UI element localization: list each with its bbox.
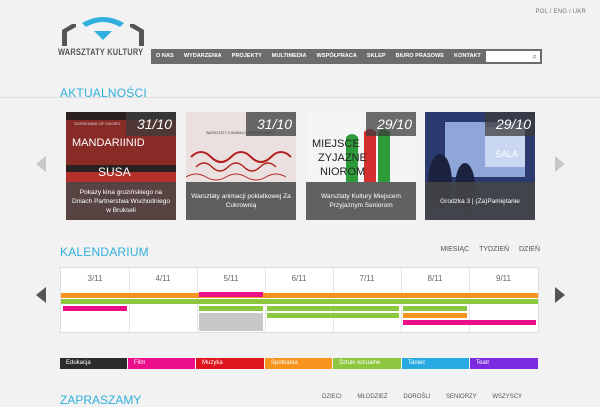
news-card[interactable]: MIEJSCE ZYJAZNE NIOROM 29/10 Warsztaty K… bbox=[306, 112, 416, 220]
legend-edukacja[interactable]: Edukacja bbox=[60, 358, 127, 369]
nav-item-o-nas[interactable]: O NAS bbox=[151, 49, 179, 64]
view-week-button[interactable]: TYDZIEŃ bbox=[479, 246, 509, 253]
card-image-text: NIOROM bbox=[320, 166, 365, 178]
card-image-text: MIEJSCE bbox=[312, 138, 360, 150]
calendar-day-label: 6/11 bbox=[291, 274, 307, 283]
legend-teatr[interactable]: Teatr bbox=[470, 358, 538, 369]
legend-sztuki-wizualne[interactable]: Sztuki wizualne bbox=[333, 358, 401, 369]
event-bar[interactable] bbox=[61, 293, 538, 298]
legend-film[interactable]: Film bbox=[128, 358, 195, 369]
event-bar[interactable] bbox=[403, 313, 467, 318]
event-bar[interactable] bbox=[403, 306, 467, 311]
event-bar[interactable] bbox=[63, 306, 127, 311]
nav-item-kontakt[interactable]: KONTAKT bbox=[449, 49, 486, 64]
view-month-button[interactable]: MIESIĄC bbox=[440, 246, 469, 253]
view-day-button[interactable]: DZIEŃ bbox=[519, 246, 540, 253]
lang-eng[interactable]: ENG bbox=[554, 9, 568, 15]
calendar-view-switcher: MIESIĄC TYDZIEŃ DZIEŃ bbox=[432, 246, 540, 253]
event-bar[interactable] bbox=[199, 313, 263, 331]
event-bar[interactable] bbox=[403, 320, 536, 325]
event-bar[interactable] bbox=[61, 299, 538, 304]
nav-item-multimedia[interactable]: MULTIMEDIA bbox=[267, 49, 312, 64]
filter-dorosli[interactable]: DOROŚLI bbox=[403, 394, 430, 400]
calendar-day-label: 7/11 bbox=[359, 274, 375, 283]
news-prev-arrow-icon[interactable] bbox=[36, 156, 46, 172]
news-card[interactable]: SALA 29/10 Grodzka 3 | (Za)Pamiętanie bbox=[425, 112, 535, 220]
event-bar[interactable] bbox=[267, 313, 399, 318]
event-bar[interactable] bbox=[199, 306, 263, 311]
audience-filter: DZIECI MŁODZIEŻ DOROŚLI SENIORZY WSZYSCY bbox=[322, 394, 522, 400]
event-bar[interactable] bbox=[199, 292, 263, 297]
news-section-title: AKTUALNOŚCI bbox=[60, 86, 147, 100]
search-input[interactable]: ⌕ bbox=[485, 51, 540, 62]
nav-item-wspolpraca[interactable]: WSPÓŁPRACA bbox=[312, 49, 362, 64]
card-image-text: SALA bbox=[495, 149, 518, 159]
card-image-text: ZYJAZNE bbox=[318, 152, 367, 164]
calendar-next-arrow-icon[interactable] bbox=[555, 287, 565, 303]
news-card-caption: Pokazy kina gruzińskiego na Dniach Partn… bbox=[66, 182, 176, 220]
card-image-text: MANDARIINID bbox=[72, 137, 145, 149]
filter-wszyscy[interactable]: WSZYSCY bbox=[492, 394, 522, 400]
calendar-grid: 3/11 4/11 5/11 6/11 7/11 8/11 9/11 bbox=[60, 267, 539, 333]
legend-taniec[interactable]: Taniec bbox=[402, 358, 469, 369]
calendar-day-label: 5/11 bbox=[223, 274, 239, 283]
news-card-date: 31/10 bbox=[126, 112, 176, 136]
invite-section-title: ZAPRASZAMY bbox=[60, 393, 142, 407]
calendar-section-title: KALENDARIUM bbox=[60, 245, 149, 259]
news-card-caption: Warsztaty Kultury Miejscem Przyjaznym Se… bbox=[306, 182, 416, 220]
news-card[interactable]: WARSZTATY Z ANIMACJI POKLATKOWEJ 31/10 W… bbox=[186, 112, 296, 220]
calendar-day-label: 8/11 bbox=[427, 274, 443, 283]
news-card-date: 31/10 bbox=[246, 112, 296, 136]
logo-text[interactable]: WARSZTATY KULTURY bbox=[58, 47, 143, 57]
lang-pol[interactable]: POL bbox=[536, 9, 548, 15]
news-next-arrow-icon[interactable] bbox=[555, 156, 565, 172]
calendar-day-label: 3/11 bbox=[87, 274, 103, 283]
nav-item-biuro-prasowe[interactable]: BIURO PRASOWE bbox=[391, 49, 449, 64]
legend-spotkania[interactable]: Spotkania bbox=[265, 358, 332, 369]
news-card-date: 29/10 bbox=[485, 112, 535, 136]
calendar-day-label: 4/11 bbox=[155, 274, 171, 283]
calendar-day-label: 9/11 bbox=[496, 274, 511, 283]
nav-item-sklep[interactable]: SKLEP bbox=[362, 49, 391, 64]
main-nav: O NAS WYDARZENIA PROJEKTY MULTIMEDIA WSP… bbox=[151, 49, 542, 64]
card-image-text: SCREENING OF GEORG bbox=[74, 121, 120, 126]
legend-muzyka[interactable]: Muzyka bbox=[196, 358, 264, 369]
nav-item-projekty[interactable]: PROJEKTY bbox=[227, 49, 267, 64]
language-switcher: POL / ENG / UKR bbox=[536, 9, 587, 15]
news-card-date: 29/10 bbox=[366, 112, 416, 136]
filter-mlodziez[interactable]: MŁODZIEŻ bbox=[357, 394, 387, 400]
filter-dzieci[interactable]: DZIECI bbox=[322, 394, 342, 400]
card-image-text: SUSA bbox=[98, 165, 131, 179]
news-card-caption: Warsztaty animacji poklatkowej Za Cukrow… bbox=[186, 182, 296, 220]
lang-ukr[interactable]: UKR bbox=[573, 9, 586, 15]
search-icon[interactable]: ⌕ bbox=[533, 52, 537, 61]
calendar-prev-arrow-icon[interactable] bbox=[36, 287, 46, 303]
event-bar[interactable] bbox=[267, 306, 399, 311]
nav-item-wydarzenia[interactable]: WYDARZENIA bbox=[179, 49, 227, 64]
filter-seniorzy[interactable]: SENIORZY bbox=[446, 394, 477, 400]
news-card[interactable]: SCREENING OF GEORG MANDARIINID SUSA 31/1… bbox=[66, 112, 176, 220]
news-card-caption: Grodzka 3 | (Za)Pamiętanie bbox=[425, 182, 535, 220]
